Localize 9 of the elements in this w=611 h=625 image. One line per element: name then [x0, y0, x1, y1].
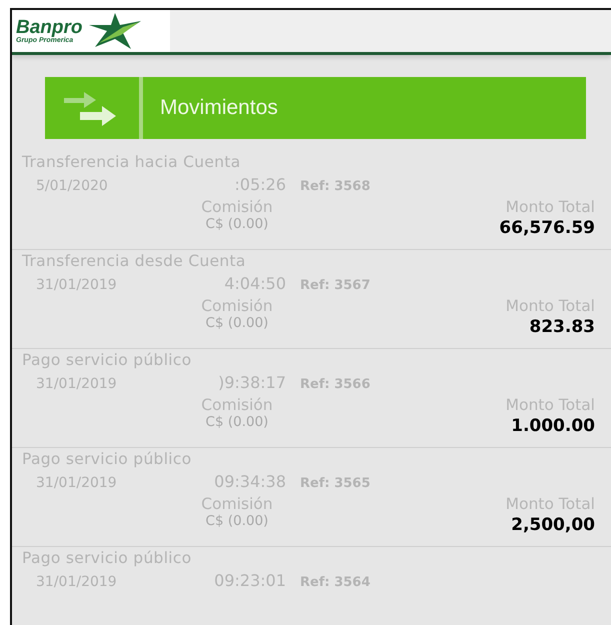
commission-value: C$ (0.00) [206, 216, 268, 232]
commission-value: C$ (0.00) [206, 414, 268, 430]
total-amount: 823.83 [529, 317, 595, 337]
total-amount: 1.000.00 [511, 416, 595, 436]
commission-value: C$ (0.00) [206, 315, 268, 331]
total-amount: 66,576.59 [499, 218, 595, 238]
logo-text: Banpro [16, 18, 82, 37]
commission-value: C$ (0.00) [206, 513, 268, 529]
total-amount: 2,500,00 [511, 515, 595, 535]
